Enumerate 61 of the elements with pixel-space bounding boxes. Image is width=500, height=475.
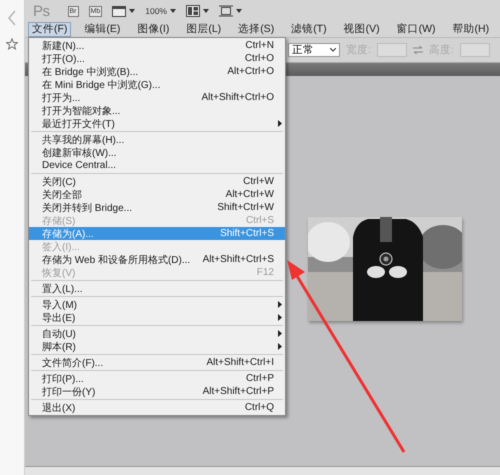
menu-item[interactable]: 导入(M) <box>29 298 285 311</box>
menu-item[interactable]: 脚本(R) <box>29 340 285 353</box>
app-logo: Ps <box>33 2 50 20</box>
menu-item[interactable]: 最近打开文件(T) <box>29 117 285 130</box>
shortcut-label: Ctrl+W <box>243 176 274 187</box>
menu-item[interactable]: 在 Mini Bridge 中浏览(G)... <box>29 78 285 91</box>
menu-item[interactable]: 打印一份(Y) Alt+Shift+Ctrl+P <box>29 385 285 398</box>
shortcut-label: Ctrl+P <box>246 373 274 384</box>
height-field[interactable] <box>460 43 490 57</box>
menu-item[interactable]: 共享我的屏幕(H)... <box>29 133 285 146</box>
menu-item[interactable]: 在 Bridge 中浏览(B)... Alt+Ctrl+O <box>29 65 285 78</box>
caret-icon[interactable] <box>129 9 136 13</box>
caret-icon[interactable] <box>203 9 209 13</box>
shortcut-label: Ctrl+Q <box>244 402 274 413</box>
screen-icon[interactable] <box>112 5 126 17</box>
menu-item[interactable]: 新建(N)... Ctrl+N <box>29 39 285 52</box>
menu-item[interactable]: 关闭全部 Alt+Ctrl+W <box>29 188 285 201</box>
menu-item[interactable]: 置入(L)... <box>29 282 285 295</box>
shortcut-label: F12 <box>256 267 274 278</box>
shortcut-label: Shift+Ctrl+S <box>220 228 274 239</box>
menu-title[interactable]: 图像(I) <box>133 22 174 37</box>
menu-title[interactable]: 编辑(E) <box>80 22 124 37</box>
menu-item[interactable]: 自动(U) <box>29 327 285 340</box>
caret-icon[interactable] <box>236 9 242 13</box>
menu-title[interactable]: 滤镜(T) <box>287 22 331 37</box>
menu-item[interactable]: 关闭(C) Ctrl+W <box>29 175 285 188</box>
menu-item[interactable]: 存储为 Web 和设备所用格式(D)... Alt+Shift+Ctrl+S <box>29 253 285 266</box>
menu-item[interactable]: 打开为... Alt+Shift+Ctrl+O <box>29 91 285 104</box>
width-field[interactable] <box>376 43 407 57</box>
menu-item[interactable]: 文件简介(F)... Alt+Shift+Ctrl+I <box>29 356 285 369</box>
shortcut-label: Ctrl+O <box>244 53 274 64</box>
menu-title[interactable]: 图层(L) <box>182 22 226 37</box>
menu-item[interactable]: 创建新审核(W)... <box>29 146 285 159</box>
menu-item[interactable]: 导出(E) <box>29 311 285 324</box>
menu-title[interactable]: 选择(S) <box>234 22 278 37</box>
shortcut-label: Alt+Ctrl+W <box>226 189 274 200</box>
menu-title[interactable]: 窗口(W) <box>392 22 440 37</box>
shortcut-label: Alt+Ctrl+O <box>227 66 274 77</box>
layout-icon[interactable] <box>186 5 200 17</box>
menu-item[interactable]: 打印(P)... Ctrl+P <box>29 372 285 385</box>
shortcut-label: Alt+Shift+Ctrl+S <box>202 254 274 265</box>
chevron-icon <box>330 48 336 52</box>
shortcut-label: Ctrl+S <box>246 215 274 226</box>
shortcut-label: Alt+Shift+Ctrl+I <box>206 357 274 368</box>
submenu-arrow-icon <box>278 120 282 127</box>
zoom-level[interactable]: 100% <box>145 6 167 16</box>
shortcut-label: Shift+Ctrl+W <box>217 202 274 213</box>
shortcut-label: Alt+Shift+Ctrl+P <box>202 386 274 397</box>
menu-item[interactable]: 退出(X) Ctrl+Q <box>29 401 285 414</box>
menu-title[interactable]: 文件(F) <box>28 22 72 37</box>
star-icon[interactable] <box>6 38 18 50</box>
menu-title[interactable]: 视图(V) <box>340 22 384 37</box>
frame-icon[interactable] <box>219 5 233 17</box>
menu-item[interactable]: Device Central... <box>29 159 285 172</box>
shortcut-label: Alt+Shift+Ctrl+O <box>201 92 274 103</box>
menu-item[interactable]: 打开(O)... Ctrl+O <box>29 52 285 65</box>
shortcut-label: Ctrl+N <box>245 40 274 51</box>
menu-title[interactable]: 帮助(H) <box>448 22 494 37</box>
menu-item[interactable]: 关闭并转到 Bridge... Shift+Ctrl+W <box>29 201 285 214</box>
menu-item[interactable]: 打开为智能对象... <box>29 104 285 117</box>
caret-icon[interactable] <box>170 9 176 13</box>
